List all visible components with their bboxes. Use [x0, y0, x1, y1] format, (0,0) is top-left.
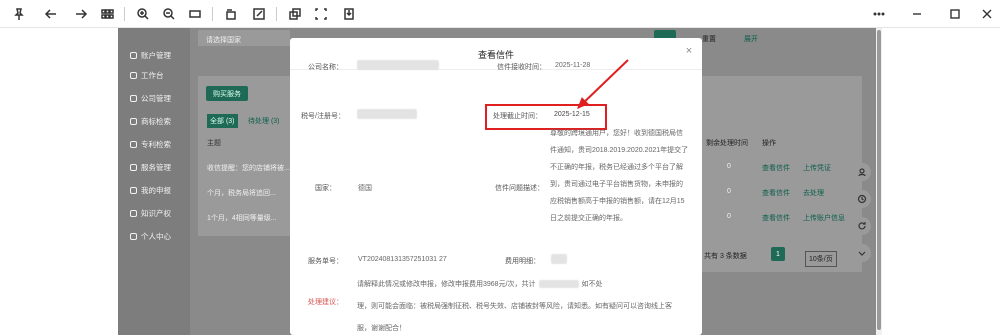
row-header: 主题: [207, 140, 221, 147]
col-header-remaining: 剩余处理时间: [706, 140, 748, 147]
company-icon: [130, 95, 137, 102]
ip-icon: [130, 210, 137, 217]
buy-service-button[interactable]: 购买服务: [206, 86, 248, 101]
close-icon[interactable]: [976, 3, 998, 25]
company-name-redacted: [357, 60, 439, 70]
table-row: 个月，税务局将追回...: [207, 190, 276, 197]
save-icon[interactable]: [338, 3, 360, 25]
advice-label: 处理建议：: [308, 299, 343, 306]
col-header-action: 操作: [762, 140, 776, 147]
order-label: 服务单号：: [308, 258, 343, 265]
problem-description: 尊敬的跨境通用户，您好！收到德国税局信 件通知，贵司2018.2019.2020…: [550, 130, 689, 222]
sidebar-item[interactable]: 公司管理: [130, 93, 171, 104]
trademark-icon: [130, 118, 137, 125]
service-float-icon[interactable]: [853, 163, 871, 181]
table-row: 1个月，4相同等量级...: [207, 215, 277, 222]
sidebar: 账户管理 工作台 公司管理 商标检索 专利检索 服务管理 我的申报 知识产权 个…: [118, 28, 190, 335]
receive-time-label: 信件接收时间：: [497, 64, 546, 71]
reset-button[interactable]: 重置: [702, 34, 716, 44]
tab-all[interactable]: 全部 (3): [207, 114, 238, 128]
advice-redacted: [538, 280, 579, 289]
country-value: 德国: [358, 185, 372, 192]
sidebar-item[interactable]: 商标检索: [130, 116, 171, 127]
expand-link[interactable]: 展开: [744, 34, 758, 44]
patent-icon: [130, 141, 137, 148]
tax-number-label: 税号/注册号：: [301, 113, 345, 120]
tax-number-redacted: [357, 109, 417, 119]
sidebar-item[interactable]: 我的申报: [130, 185, 171, 196]
viewer-toolbar: [0, 0, 1000, 28]
service-icon: [130, 164, 137, 171]
chevron-down-icon[interactable]: [853, 244, 871, 262]
sidebar-item[interactable]: 账户管理: [130, 50, 171, 61]
zoom-in-icon[interactable]: [132, 3, 154, 25]
receive-time-value: 2025-11-28: [555, 62, 591, 69]
table-row: 收信提醒：您的店铺将被...: [207, 165, 290, 172]
right-table-panel: [702, 76, 862, 272]
forward-icon[interactable]: [70, 3, 92, 25]
zoom-out-icon[interactable]: [158, 3, 180, 25]
pin-icon[interactable]: [8, 3, 30, 25]
close-icon[interactable]: ×: [683, 45, 695, 57]
sidebar-item[interactable]: 个人中心: [130, 231, 171, 242]
upload-account-link[interactable]: 上传账户信息: [803, 213, 845, 223]
view-letter-link[interactable]: 查看信件: [762, 213, 790, 223]
history-float-icon[interactable]: [853, 190, 871, 208]
more-icon[interactable]: [868, 3, 890, 25]
sidebar-item[interactable]: 服务管理: [130, 162, 171, 173]
dialog-title: 查看信件: [477, 50, 514, 60]
fee-label: 费用明细：: [505, 258, 540, 265]
tab-pending[interactable]: 待处理 (3): [248, 116, 280, 126]
remaining-count: 0: [727, 163, 731, 170]
copy-icon[interactable]: [284, 3, 306, 25]
scrollbar-thumb[interactable]: [877, 30, 881, 330]
sidebar-item[interactable]: 工作台: [130, 70, 164, 81]
grid-icon[interactable]: [96, 3, 118, 25]
account-icon: [130, 52, 137, 59]
select-icon[interactable]: [310, 3, 332, 25]
sidebar-item[interactable]: 知识产权: [130, 208, 171, 219]
go-handle-link[interactable]: 去处理: [803, 188, 824, 198]
fit-icon[interactable]: [184, 3, 206, 25]
pager-page[interactable]: 1: [771, 247, 785, 261]
rotate-icon[interactable]: [220, 3, 242, 25]
highlight-box: [485, 104, 607, 130]
advice-text: 请解释此情况或修改申报，修改申报费用3968元/次，共计 如不处 理，则可能会面临…: [357, 280, 672, 332]
order-number: VT202408131357251031 27: [358, 256, 447, 263]
dialog-divider: [290, 69, 702, 70]
search-placeholder: 请选择国家: [206, 37, 241, 44]
country-label: 国家：: [315, 185, 336, 192]
view-letter-link[interactable]: 查看信件: [762, 163, 790, 173]
user-icon: [130, 233, 137, 240]
maximize-icon[interactable]: [944, 3, 966, 25]
declare-icon: [130, 187, 137, 194]
remaining-count: 0: [727, 213, 731, 220]
minimize-icon[interactable]: [906, 3, 928, 25]
pager-total: 共有 3 条数据: [704, 253, 747, 260]
remaining-count: 0: [727, 188, 731, 195]
pager-size-select[interactable]: 10条/页: [805, 251, 837, 267]
sidebar-item[interactable]: 专利检索: [130, 139, 171, 150]
refresh-float-icon[interactable]: [853, 217, 871, 235]
fee-redacted: [551, 254, 567, 264]
view-letter-link[interactable]: 查看信件: [762, 188, 790, 198]
problem-label: 信件问题描述：: [495, 185, 544, 192]
workbench-icon: [130, 72, 137, 79]
upload-proof-link[interactable]: 上传凭证: [803, 163, 831, 173]
back-icon[interactable]: [40, 3, 62, 25]
company-label: 公司名称：: [308, 64, 343, 71]
edit-icon[interactable]: [248, 3, 270, 25]
